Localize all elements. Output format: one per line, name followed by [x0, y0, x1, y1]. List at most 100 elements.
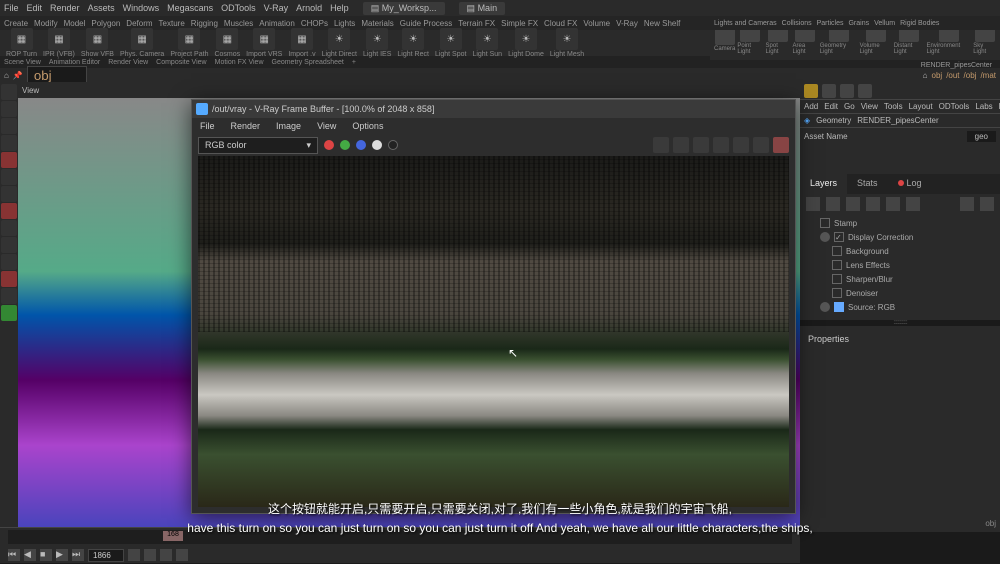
pane-tab-motionfx[interactable]: Motion FX View: [215, 59, 264, 66]
asset-value[interactable]: geo: [967, 131, 996, 142]
vfb-channel-select[interactable]: RGB color▾: [198, 137, 318, 154]
rshelf-particles[interactable]: Particles: [817, 20, 844, 27]
menu-render[interactable]: Render: [50, 3, 80, 13]
shelf-create[interactable]: Create: [4, 19, 28, 28]
net-add[interactable]: Add: [804, 102, 818, 111]
rshelf-lights[interactable]: Lights and Cameras: [714, 20, 777, 27]
tl-key3[interactable]: [160, 549, 172, 561]
shelf-lightdome[interactable]: ☀: [515, 28, 537, 50]
layer-lens-effects[interactable]: Lens Effects: [800, 258, 1000, 272]
shelf-muscles[interactable]: Muscles: [224, 19, 253, 28]
tl-play[interactable]: ▶: [56, 549, 68, 561]
shelf-rop[interactable]: ▦: [11, 28, 33, 50]
rp-separator[interactable]: [800, 320, 1000, 326]
vtool-13[interactable]: [1, 305, 17, 321]
menu-vray[interactable]: V-Ray: [264, 3, 289, 13]
rp-tool-6[interactable]: [906, 197, 920, 211]
vfb-tool-region[interactable]: [713, 137, 729, 153]
geom-node[interactable]: RENDER_pipesCenter: [857, 116, 938, 125]
rp-tab-log[interactable]: Log: [888, 174, 932, 194]
rp-tool-3[interactable]: [846, 197, 860, 211]
vfb-menu-view[interactable]: View: [317, 121, 336, 131]
vfb-tool-history[interactable]: [673, 137, 689, 153]
vtool-7[interactable]: [1, 203, 17, 219]
vfb-channel-a[interactable]: [372, 140, 382, 150]
rshelf-grains[interactable]: Grains: [848, 20, 869, 27]
eye-icon[interactable]: [820, 302, 830, 312]
vtool-scale[interactable]: [1, 135, 17, 151]
vfb-render-view[interactable]: ↖: [198, 156, 789, 507]
shelf-importvrs[interactable]: ▦: [253, 28, 275, 50]
shelf-model[interactable]: Model: [64, 19, 86, 28]
vtool-red[interactable]: [1, 152, 17, 168]
menu-file[interactable]: File: [4, 3, 19, 13]
shelf-deform[interactable]: Deform: [126, 19, 152, 28]
rp-ic-1[interactable]: [804, 84, 818, 98]
shelf-lightmesh[interactable]: ☀: [556, 28, 578, 50]
tl-prev[interactable]: ◀: [24, 549, 36, 561]
menu-megascans[interactable]: Megascans: [167, 3, 213, 13]
vtool-8[interactable]: [1, 220, 17, 236]
rp-tool-4[interactable]: [866, 197, 880, 211]
layer-stamp[interactable]: Stamp: [800, 216, 1000, 230]
shelf-guide[interactable]: Guide Process: [400, 19, 452, 28]
vfb-titlebar[interactable]: /out/vray - V-Ray Frame Buffer - [100.0%…: [192, 100, 795, 118]
shelf-polygon[interactable]: Polygon: [91, 19, 120, 28]
menu-odtools[interactable]: ODTools: [221, 3, 256, 13]
tl-key2[interactable]: [144, 549, 156, 561]
checkbox-icon[interactable]: [832, 260, 842, 270]
layer-display-correction[interactable]: ✓Display Correction: [800, 230, 1000, 244]
checkbox-icon[interactable]: ✓: [834, 232, 844, 242]
rshelf-collisions[interactable]: Collisions: [782, 20, 812, 27]
pane-tab-anim[interactable]: Animation Editor: [49, 59, 100, 66]
net-labs[interactable]: Labs: [975, 102, 992, 111]
rp-tool-undo[interactable]: [960, 197, 974, 211]
rshelf-rigid[interactable]: Rigid Bodies: [900, 20, 939, 27]
path-home2-icon[interactable]: ⌂: [923, 71, 928, 80]
path-pin-icon[interactable]: 📌: [13, 71, 23, 80]
pane-tab-add[interactable]: +: [352, 59, 356, 66]
vfb-tool-compare[interactable]: [693, 137, 709, 153]
pane-tab-sceneview[interactable]: Scene View: [4, 59, 41, 66]
shelf-lights[interactable]: Lights: [334, 19, 355, 28]
tl-key1[interactable]: [128, 549, 140, 561]
rp-tool-1[interactable]: [806, 197, 820, 211]
net-layout[interactable]: Layout: [909, 102, 933, 111]
layer-background[interactable]: Background: [800, 244, 1000, 258]
menu-arnold[interactable]: Arnold: [296, 3, 322, 13]
tl-last[interactable]: ⏭: [72, 549, 84, 561]
shelf-terrain[interactable]: Terrain FX: [458, 19, 495, 28]
vfb-tool-save[interactable]: [653, 137, 669, 153]
net-go[interactable]: Go: [844, 102, 855, 111]
shelf-texture[interactable]: Texture: [159, 19, 185, 28]
rp-tab-layers[interactable]: Layers: [800, 174, 847, 194]
rp-tool-5[interactable]: [886, 197, 900, 211]
checkbox-icon[interactable]: [820, 218, 830, 228]
vtool-6[interactable]: [1, 186, 17, 202]
tl-first[interactable]: ⏮: [8, 549, 20, 561]
shelf-volume[interactable]: Volume: [583, 19, 610, 28]
shelf-materials[interactable]: Materials: [361, 19, 393, 28]
checkbox-icon[interactable]: [832, 274, 842, 284]
vtool-12[interactable]: [1, 288, 17, 304]
timeline-track[interactable]: 168: [8, 530, 792, 544]
menu-windows[interactable]: Windows: [123, 3, 160, 13]
shelf-cosmos[interactable]: ▦: [216, 28, 238, 50]
vtool-11[interactable]: [1, 271, 17, 287]
rp-ic-2[interactable]: [822, 84, 836, 98]
net-edit[interactable]: Edit: [824, 102, 838, 111]
vtool-rotate[interactable]: [1, 118, 17, 134]
shelf-physcam[interactable]: ▦: [131, 28, 153, 50]
rp-tool-2[interactable]: [826, 197, 840, 211]
desktop-tab-workspace[interactable]: ▤ My_Worksp...: [363, 2, 445, 15]
vfb-menu-image[interactable]: Image: [276, 121, 301, 131]
net-odtools[interactable]: ODTools: [939, 102, 970, 111]
pane-tab-geospread[interactable]: Geometry Spreadsheet: [272, 59, 344, 66]
layer-denoiser[interactable]: Denoiser: [800, 286, 1000, 300]
pane-tab-composite[interactable]: Composite View: [156, 59, 206, 66]
menu-edit[interactable]: Edit: [27, 3, 43, 13]
right-breadcrumb[interactable]: RENDER_pipesCenter: [913, 60, 1000, 71]
shelf-chops[interactable]: CHOPs: [301, 19, 328, 28]
shelf-projpath[interactable]: ▦: [178, 28, 200, 50]
shelf-cloudfx[interactable]: Cloud FX: [544, 19, 577, 28]
